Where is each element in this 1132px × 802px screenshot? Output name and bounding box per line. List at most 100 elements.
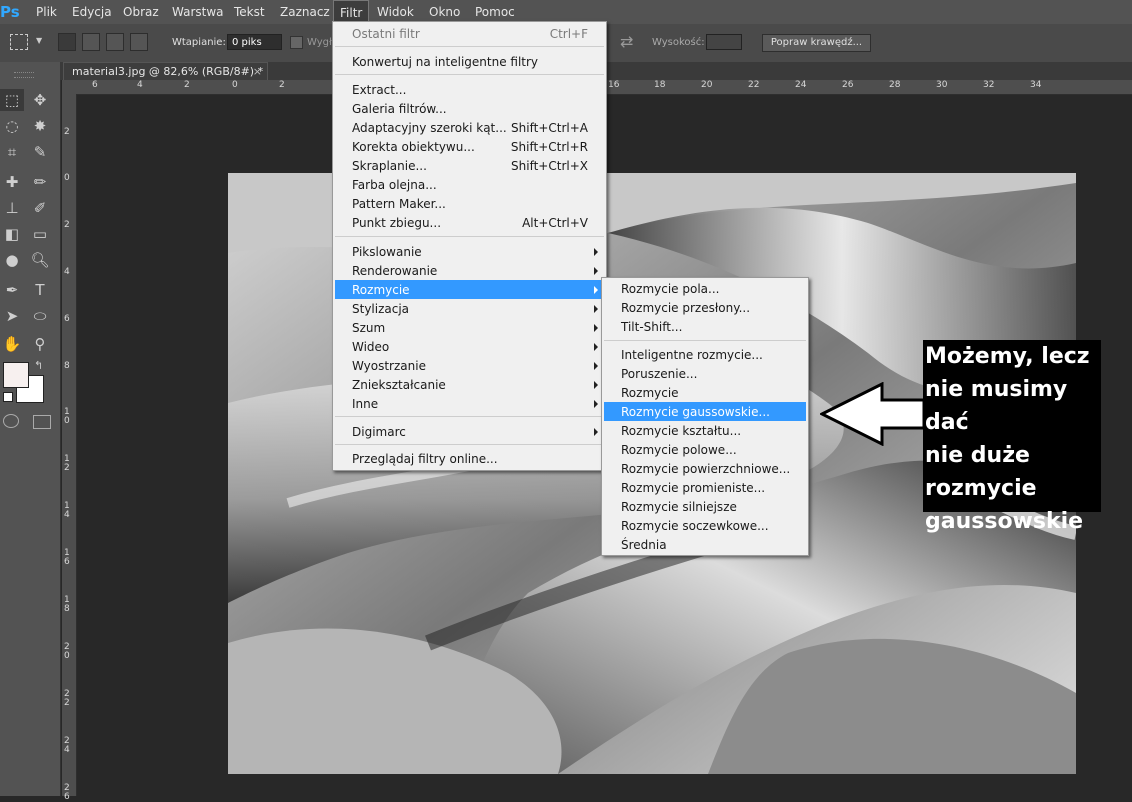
menu-edycja[interactable]: Edycja (66, 0, 118, 24)
annotation-line: nie musimy dać (925, 377, 1068, 435)
menu-item-oil-paint[interactable]: Farba olejna... (352, 176, 437, 195)
healing-brush-tool-icon[interactable]: ✚ (0, 171, 24, 193)
hand-tool-icon[interactable]: ✋ (0, 333, 24, 355)
menu-item-stylize[interactable]: Stylizacja (352, 300, 409, 319)
default-colors-icon[interactable] (3, 392, 13, 402)
annotation-line: rozmycie (925, 476, 1037, 501)
submenu-item-iris-blur[interactable]: Rozmycie przesłony... (621, 299, 750, 318)
submenu-item-motion-blur[interactable]: Poruszenie... (621, 365, 697, 384)
submenu-item-tilt-shift[interactable]: Tilt-Shift... (621, 318, 682, 337)
submenu-arrow-icon (594, 343, 598, 351)
height-label: Wysokość: (652, 37, 705, 48)
menu-zaznacz[interactable]: Zaznacz (274, 0, 336, 24)
blur-tool-icon[interactable]: ● (0, 249, 24, 271)
type-tool-icon[interactable]: T (28, 279, 52, 301)
menu-item-vanishing-point[interactable]: Punkt zbiegu... (352, 214, 441, 233)
move-tool-icon[interactable]: ✥ (28, 89, 52, 111)
swap-icon[interactable]: ⇄ (620, 32, 633, 51)
menu-item-sharpen[interactable]: Wyostrzanie (352, 357, 426, 376)
menu-item-extract[interactable]: Extract... (352, 81, 406, 100)
menu-item-distort[interactable]: Zniekształcanie (352, 376, 446, 395)
ruler-tick: 2 (184, 80, 190, 90)
menu-item-adaptive-wide-angle[interactable]: Adaptacyjny szeroki kąt... (352, 119, 507, 138)
ruler-tick: 30 (936, 80, 948, 90)
menu-item-pixelate[interactable]: Pikslowanie (352, 243, 422, 262)
document-tab[interactable]: material3.jpg @ 82,6% (RGB/8#) * × (63, 62, 268, 82)
clone-stamp-tool-icon[interactable]: ⊥ (0, 197, 24, 219)
menu-item-pattern-maker[interactable]: Pattern Maker... (352, 195, 446, 214)
menu-item-filter-gallery[interactable]: Galeria filtrów... (352, 100, 447, 119)
eyedropper-tool-icon[interactable]: ✎ (28, 141, 52, 163)
ruler-tick: 20 (64, 642, 70, 661)
menu-item-browse-filters-online[interactable]: Przeglądaj filtry online... (352, 450, 498, 469)
subtract-selection-button[interactable] (106, 33, 124, 51)
submenu-arrow-icon (594, 428, 598, 436)
submenu-item-shape-blur[interactable]: Rozmycie kształtu... (621, 422, 741, 441)
menu-item-convert-smart-filters[interactable]: Konwertuj na inteligentne filtry (352, 53, 538, 72)
zoom-tool-icon[interactable]: ⚲ (28, 333, 52, 355)
eraser-tool-icon[interactable]: ◧ (0, 223, 24, 245)
lasso-tool-icon[interactable]: ◌ (0, 115, 24, 137)
ruler-tick: 14 (64, 501, 70, 520)
brush-tool-icon[interactable]: ✏ (28, 171, 52, 193)
ellipse-tool-icon[interactable]: ⬭ (28, 305, 52, 327)
chevron-down-icon[interactable]: ▼ (36, 36, 42, 45)
submenu-item-blur-more[interactable]: Rozmycie silniejsze (621, 498, 737, 517)
close-icon[interactable]: × (253, 63, 262, 81)
ruler-tick: 18 (64, 595, 70, 614)
submenu-item-smart-blur[interactable]: Inteligentne rozmycie... (621, 346, 763, 365)
history-brush-tool-icon[interactable]: ✐ (28, 197, 52, 219)
marquee-preset-icon[interactable] (10, 34, 28, 50)
add-selection-button[interactable] (82, 33, 100, 51)
submenu-item-average[interactable]: Średnia (621, 536, 667, 555)
photoshop-logo: Ps (0, 3, 20, 21)
dodge-tool-icon[interactable]: 🔍︎ (28, 249, 52, 271)
feather-label: Wtapianie: (172, 37, 226, 48)
submenu-item-field-blur[interactable]: Rozmycie pola... (621, 280, 719, 299)
submenu-item-surface-blur[interactable]: Rozmycie powierzchniowe... (621, 460, 790, 479)
menu-item-render[interactable]: Renderowanie (352, 262, 437, 281)
submenu-item-gaussian-blur[interactable]: Rozmycie gaussowskie... (621, 403, 770, 422)
screen-mode-icon[interactable] (33, 415, 51, 429)
swap-colors-icon[interactable]: ↰ (34, 359, 43, 372)
menu-warstwa[interactable]: Warstwa (166, 0, 230, 24)
pen-tool-icon[interactable]: ✒ (0, 279, 24, 301)
feather-input[interactable]: 0 piks (227, 34, 282, 50)
quick-mask-icon[interactable] (3, 414, 19, 428)
foreground-color-swatch[interactable] (3, 362, 29, 388)
submenu-arrow-icon (594, 362, 598, 370)
refine-edge-button[interactable]: Popraw krawędź... (762, 34, 871, 52)
menu-item-blur[interactable]: Rozmycie (352, 281, 410, 300)
ruler-tick: 24 (795, 80, 807, 90)
height-input[interactable] (706, 34, 742, 50)
menu-item-lens-correction[interactable]: Korekta obiektywu... (352, 138, 475, 157)
new-selection-button[interactable] (58, 33, 76, 51)
panel-grip[interactable] (14, 72, 34, 78)
ruler-tick: 0 (232, 80, 238, 90)
ruler-tick: 18 (654, 80, 666, 90)
ruler-tick: 0 (64, 173, 70, 183)
intersect-selection-button[interactable] (130, 33, 148, 51)
menu-tekst[interactable]: Tekst (228, 0, 271, 24)
filter-menu-dropdown: Ostatni filtr Ctrl+F Konwertuj na inteli… (332, 21, 607, 471)
magic-wand-tool-icon[interactable]: ✸ (28, 115, 52, 137)
crop-tool-icon[interactable]: ⌗ (0, 141, 24, 163)
gradient-tool-icon[interactable]: ▭ (28, 223, 52, 245)
submenu-item-radial-blur[interactable]: Rozmycie promieniste... (621, 479, 765, 498)
submenu-item-box-blur[interactable]: Rozmycie polowe... (621, 441, 737, 460)
anti-alias-checkbox[interactable] (290, 36, 303, 49)
rect-marquee-tool-icon[interactable]: ⬚ (0, 89, 24, 111)
menu-item-liquify[interactable]: Skraplanie... (352, 157, 427, 176)
menu-item-other[interactable]: Inne (352, 395, 378, 414)
menu-item-last-filter[interactable]: Ostatni filtr (352, 25, 420, 44)
menu-plik[interactable]: Plik (30, 0, 63, 24)
menu-item-video[interactable]: Wideo (352, 338, 389, 357)
menu-item-noise[interactable]: Szum (352, 319, 385, 338)
path-selection-tool-icon[interactable]: ➤ (0, 305, 24, 327)
submenu-arrow-icon (594, 400, 598, 408)
submenu-item-blur[interactable]: Rozmycie (621, 384, 679, 403)
menu-item-digimarc[interactable]: Digimarc (352, 423, 406, 442)
submenu-arrow-icon (594, 381, 598, 389)
submenu-item-lens-blur[interactable]: Rozmycie soczewkowe... (621, 517, 769, 536)
menu-obraz[interactable]: Obraz (117, 0, 165, 24)
